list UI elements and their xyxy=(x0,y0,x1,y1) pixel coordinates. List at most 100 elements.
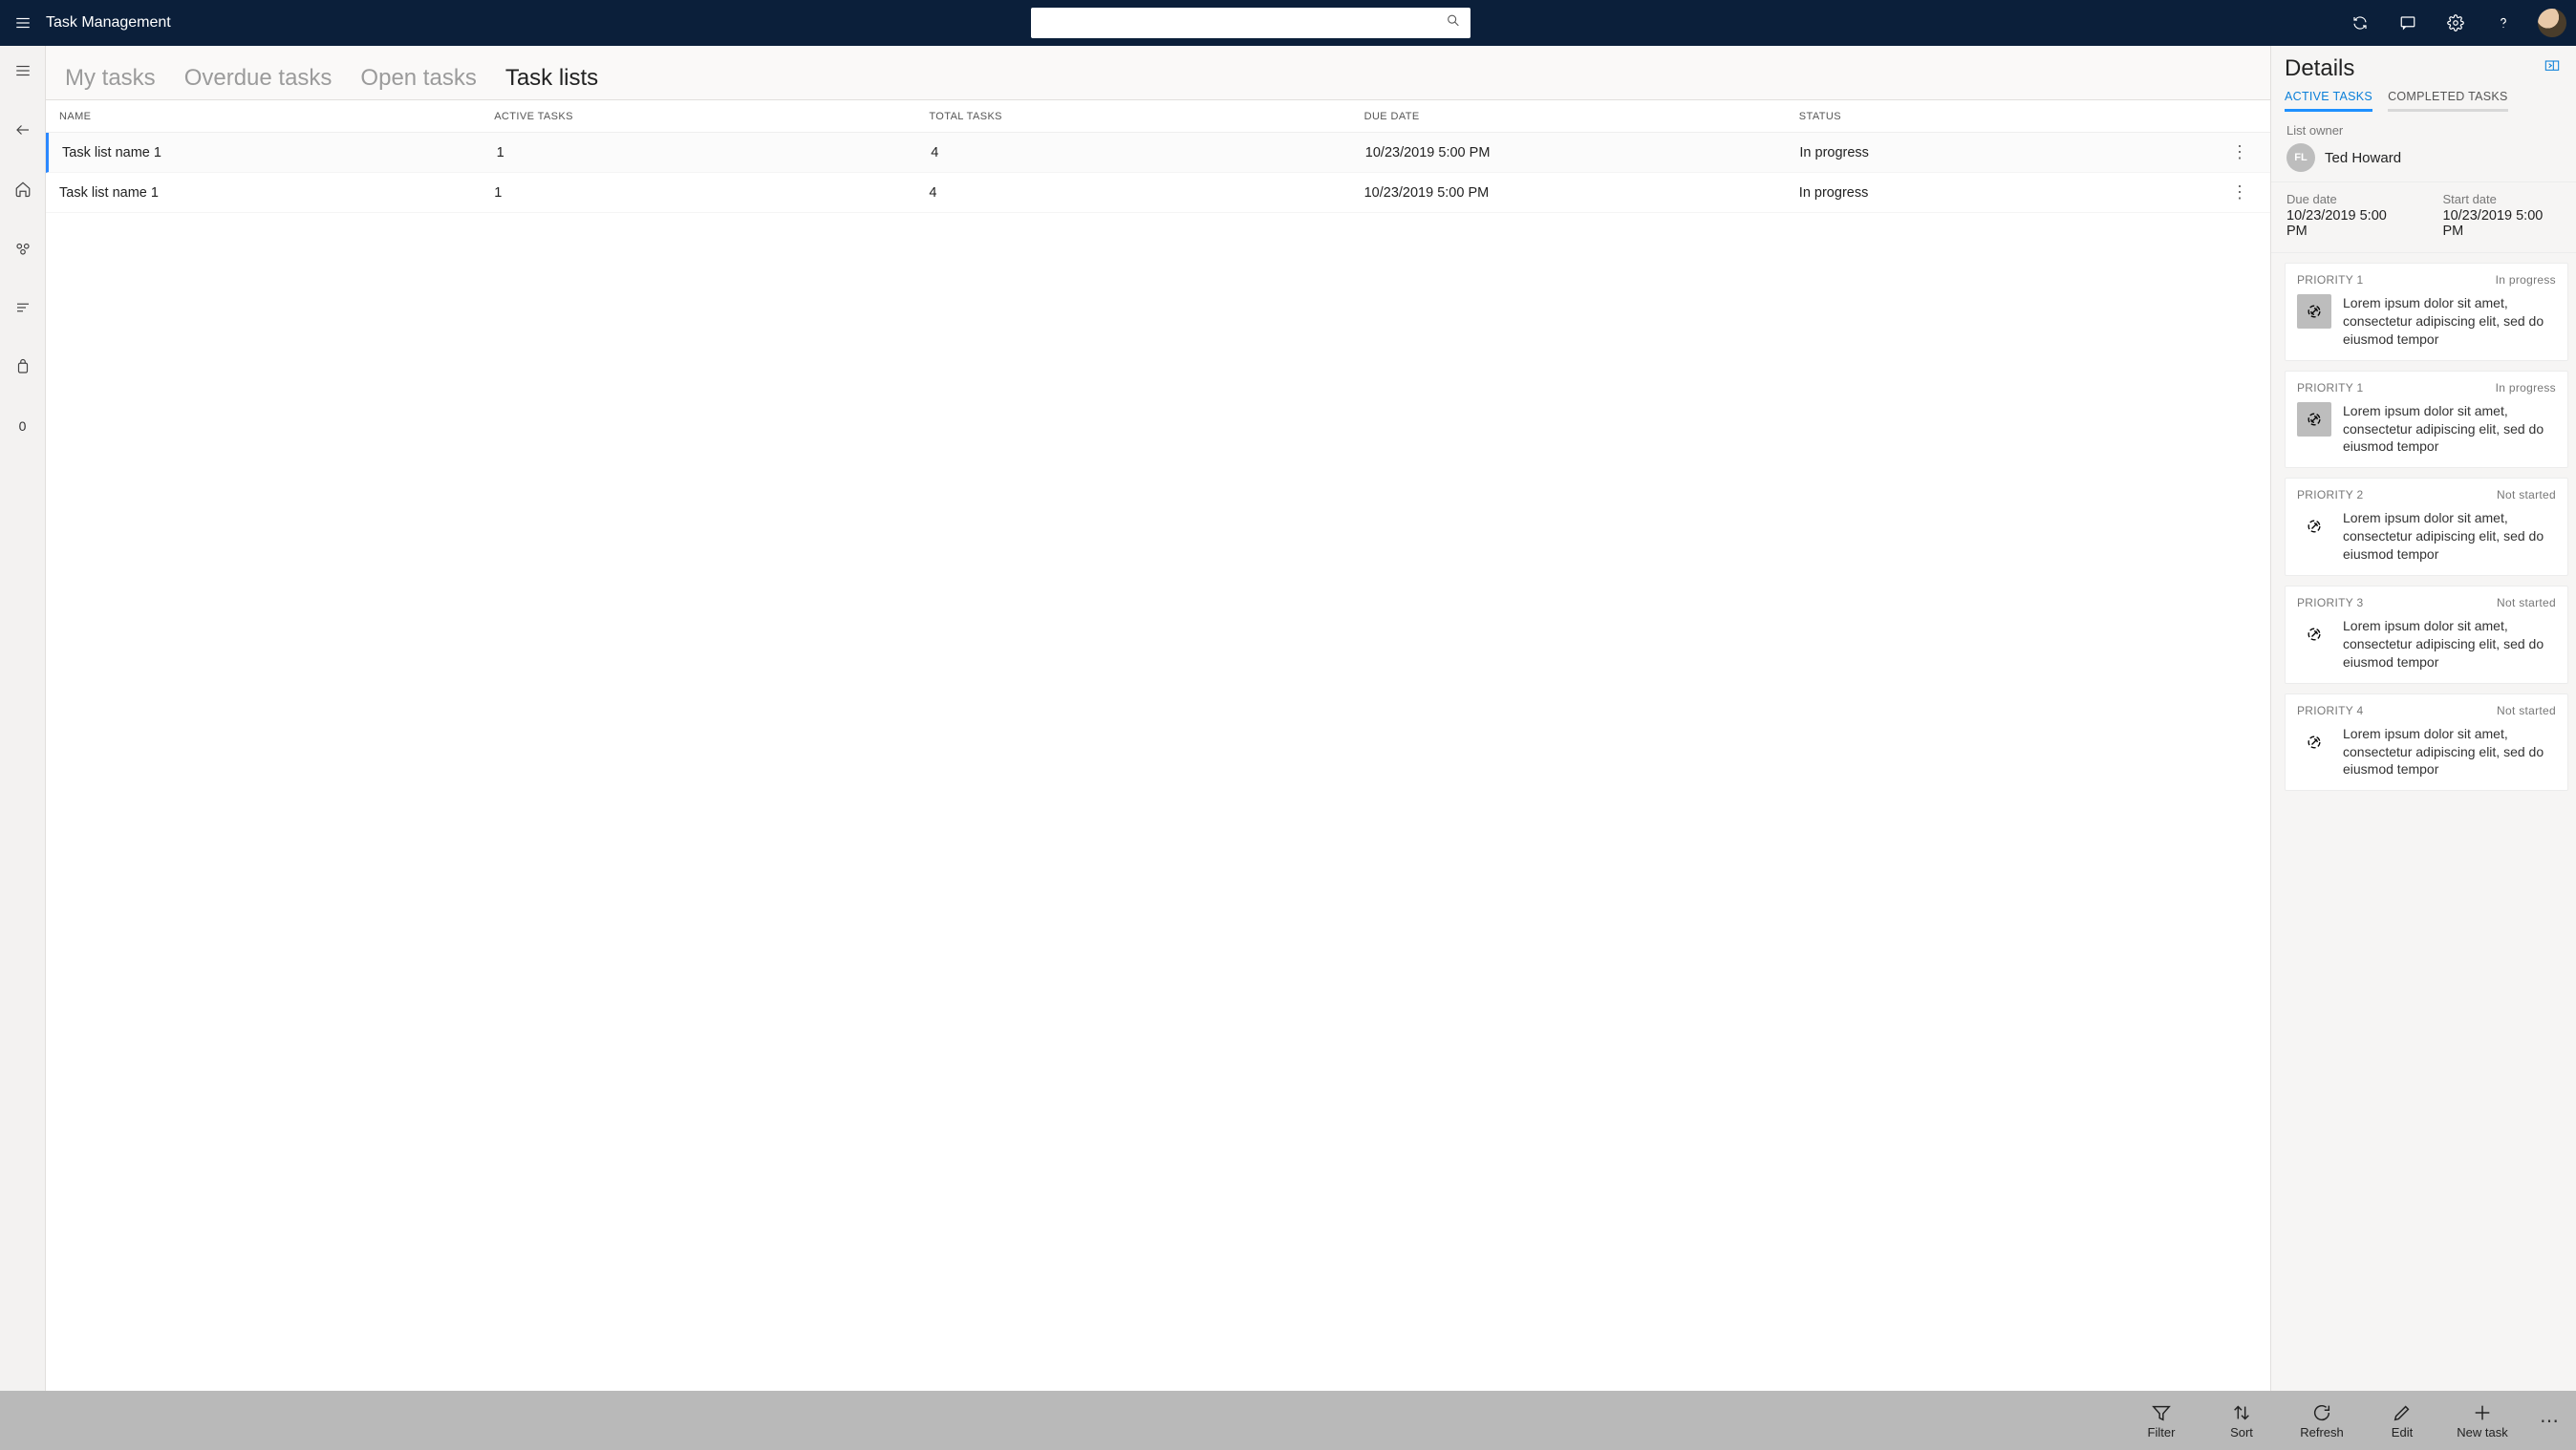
chat-icon[interactable] xyxy=(2394,10,2421,36)
list-owner-block: List owner FL Ted Howard xyxy=(2271,112,2576,182)
filter-label: Filter xyxy=(2148,1425,2176,1439)
table-header-row: NAME ACTIVE TASKS TOTAL TASKS DUE DATE S… xyxy=(46,100,2270,133)
search-icon[interactable] xyxy=(1446,13,1461,33)
search-container xyxy=(1031,8,1470,38)
owner-avatar: FL xyxy=(2286,143,2315,172)
help-icon[interactable] xyxy=(2490,10,2517,36)
task-status: Not started xyxy=(2497,488,2556,501)
task-description: Lorem ipsum dolor sit amet, consectetur … xyxy=(2343,294,2556,349)
row-more-icon[interactable]: ⋮ xyxy=(2221,182,2259,203)
task-status-icon xyxy=(2297,402,2331,437)
rail-count[interactable]: 0 xyxy=(4,407,42,445)
task-description: Lorem ipsum dolor sit amet, consectetur … xyxy=(2343,725,2556,779)
task-priority: PRIORITY 4 xyxy=(2297,704,2363,717)
bottom-command-bar: Filter Sort Refresh Edit New task ⋯ xyxy=(0,1391,2576,1450)
task-lists-table: NAME ACTIVE TASKS TOTAL TASKS DUE DATE S… xyxy=(46,99,2270,1391)
task-priority: PRIORITY 2 xyxy=(2297,488,2363,501)
cell-active: 1 xyxy=(483,145,918,160)
col-active-tasks[interactable]: ACTIVE TASKS xyxy=(481,111,915,122)
row-more-icon[interactable]: ⋮ xyxy=(2221,142,2259,162)
task-card[interactable]: PRIORITY 1 In progress Lorem ipsum dolor s… xyxy=(2285,263,2568,361)
list-owner-label: List owner xyxy=(2286,123,2561,138)
collapse-panel-icon[interactable] xyxy=(2542,59,2563,79)
hamburger-menu-button[interactable] xyxy=(10,10,36,36)
task-card[interactable]: PRIORITY 3 Not started Lorem ipsum dolor s… xyxy=(2285,586,2568,684)
main-tabs: My tasks Overdue tasks Open tasks Task l… xyxy=(46,46,2270,99)
task-status-icon xyxy=(2297,617,2331,651)
start-date-value: 10/23/2019 5:00 PM xyxy=(2443,208,2562,239)
new-task-button[interactable]: New task xyxy=(2452,1402,2513,1439)
cell-status: In progress xyxy=(1786,185,2221,201)
task-card[interactable]: PRIORITY 1 In progress Lorem ipsum dolor s… xyxy=(2285,371,2568,469)
tab-my-tasks[interactable]: My tasks xyxy=(65,65,156,96)
task-description: Lorem ipsum dolor sit amet, consectetur … xyxy=(2343,402,2556,457)
rail-back-button[interactable] xyxy=(4,111,42,149)
filter-button[interactable]: Filter xyxy=(2131,1402,2192,1439)
app-title: Task Management xyxy=(46,14,171,32)
col-name[interactable]: NAME xyxy=(46,111,481,122)
tab-task-lists[interactable]: Task lists xyxy=(505,65,598,96)
body: 0 My tasks Overdue tasks Open tasks Task… xyxy=(0,46,2576,1391)
more-commands-icon[interactable]: ⋯ xyxy=(2532,1409,2566,1433)
cell-name: Task list name 1 xyxy=(46,185,481,201)
task-description: Lorem ipsum dolor sit amet, consectetur … xyxy=(2343,509,2556,564)
new-task-label: New task xyxy=(2457,1425,2507,1439)
left-nav-rail: 0 xyxy=(0,46,46,1391)
details-panel: Details ACTIVE TASKS COMPLETED TASKS Lis… xyxy=(2270,46,2576,1391)
task-status-icon xyxy=(2297,294,2331,329)
settings-gear-icon[interactable] xyxy=(2442,10,2469,36)
tab-open-tasks[interactable]: Open tasks xyxy=(360,65,476,96)
refresh-button[interactable]: Refresh xyxy=(2291,1402,2352,1439)
task-status-icon xyxy=(2297,725,2331,759)
details-title: Details xyxy=(2285,55,2354,82)
rail-home-icon[interactable] xyxy=(4,170,42,208)
rail-hamburger-button[interactable] xyxy=(4,52,42,90)
task-card[interactable]: PRIORITY 2 Not started Lorem ipsum dolor s… xyxy=(2285,478,2568,576)
start-date-label: Start date xyxy=(2443,192,2562,206)
cell-due: 10/23/2019 5:00 PM xyxy=(1351,185,1786,201)
task-status-icon xyxy=(2297,509,2331,544)
task-status: Not started xyxy=(2497,596,2556,609)
edit-button[interactable]: Edit xyxy=(2372,1402,2433,1439)
main-area: My tasks Overdue tasks Open tasks Task l… xyxy=(46,46,2576,1391)
content-column: My tasks Overdue tasks Open tasks Task l… xyxy=(46,46,2270,1391)
task-priority: PRIORITY 3 xyxy=(2297,596,2363,609)
owner-name: Ted Howard xyxy=(2325,150,2401,166)
task-status: In progress xyxy=(2496,273,2556,287)
cell-active: 1 xyxy=(481,185,915,201)
details-tabs: ACTIVE TASKS COMPLETED TASKS xyxy=(2271,86,2576,112)
table-row[interactable]: Task list name 1 1 4 10/23/2019 5:00 PM … xyxy=(46,133,2270,173)
table-row[interactable]: Task list name 1 1 4 10/23/2019 5:00 PM … xyxy=(46,173,2270,213)
search-input[interactable] xyxy=(1031,8,1470,38)
sort-button[interactable]: Sort xyxy=(2211,1402,2272,1439)
sort-label: Sort xyxy=(2230,1425,2253,1439)
task-card[interactable]: PRIORITY 4Not startedLorem ipsum dolor s… xyxy=(2285,693,2568,792)
due-date-label: Due date xyxy=(2286,192,2405,206)
cell-name: Task list name 1 xyxy=(49,145,483,160)
due-date-value: 10/23/2019 5:00 PM xyxy=(2286,208,2405,239)
cell-due: 10/23/2019 5:00 PM xyxy=(1352,145,1787,160)
task-status: In progress xyxy=(2496,381,2556,394)
col-total-tasks[interactable]: TOTAL TASKS xyxy=(915,111,1350,122)
rail-modules-icon[interactable] xyxy=(4,229,42,267)
task-priority: PRIORITY 1 xyxy=(2297,273,2363,287)
col-status[interactable]: STATUS xyxy=(1786,111,2221,122)
rail-list-icon[interactable] xyxy=(4,288,42,327)
task-priority: PRIORITY 1 xyxy=(2297,381,2363,394)
cell-total: 4 xyxy=(915,185,1350,201)
user-avatar[interactable] xyxy=(2538,9,2566,37)
details-header: Details xyxy=(2271,46,2576,86)
cell-total: 4 xyxy=(917,145,1352,160)
dates-row: Due date 10/23/2019 5:00 PM Start date 1… xyxy=(2271,182,2576,253)
task-description: Lorem ipsum dolor sit amet, consectetur … xyxy=(2343,617,2556,672)
header-right-icons xyxy=(2347,9,2566,37)
tab-overdue-tasks[interactable]: Overdue tasks xyxy=(184,65,333,96)
details-tab-completed-tasks[interactable]: COMPLETED TASKS xyxy=(2388,90,2508,112)
details-tab-active-tasks[interactable]: ACTIVE TASKS xyxy=(2285,90,2372,112)
edit-label: Edit xyxy=(2392,1425,2413,1439)
task-cards-list[interactable]: PRIORITY 1 In progress Lorem ipsum dolor s… xyxy=(2271,253,2576,1391)
cell-status: In progress xyxy=(1786,145,2221,160)
rail-bag-icon[interactable] xyxy=(4,348,42,386)
col-due-date[interactable]: DUE DATE xyxy=(1351,111,1786,122)
sync-icon[interactable] xyxy=(2347,10,2373,36)
